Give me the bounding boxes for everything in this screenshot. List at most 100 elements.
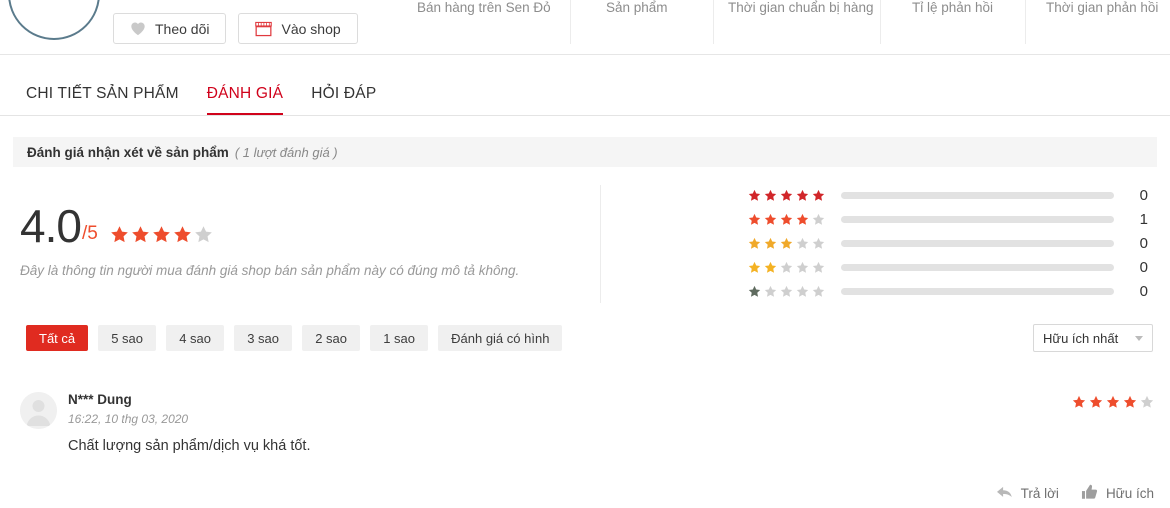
star-icon (780, 261, 793, 274)
storefront-icon (255, 21, 273, 37)
review-timestamp: 16:22, 10 thg 03, 2020 (68, 412, 189, 426)
star-icon (780, 213, 793, 226)
rating-distribution-chart: 0 1 0 0 0 (748, 185, 1158, 305)
star-icon (1140, 395, 1154, 409)
star-icon (812, 285, 825, 298)
follow-shop-button[interactable]: Theo dõi (113, 13, 227, 44)
star-icon (194, 225, 213, 244)
reply-button[interactable]: Trả lời (996, 485, 1059, 503)
rating-bar-stars (748, 285, 833, 298)
heart-icon (130, 21, 146, 36)
reply-arrow-icon (996, 485, 1013, 503)
filter-chip-2[interactable]: 4 sao (166, 325, 225, 351)
helpful-button[interactable]: Hữu ích (1081, 484, 1154, 503)
shop-avatar-circle (8, 0, 100, 40)
star-icon (152, 225, 171, 244)
star-icon (796, 285, 809, 298)
filter-chip-label: Tất cả (39, 330, 76, 346)
helpful-label: Hữu ích (1105, 486, 1154, 501)
shop-stats-row: Bán hàng trên Sen Đỏ Sản phẩm Thời gian … (403, 0, 1170, 44)
star-icon (812, 237, 825, 250)
rating-summary: 4.0 /5 Đây là thông tin người mua đánh g… (0, 185, 1170, 305)
rating-bar-row: 1 (748, 209, 1158, 230)
star-icon (796, 213, 809, 226)
shop-stat-response-time: Thời gian phản hồi (1025, 0, 1170, 44)
go-to-shop-button[interactable]: Vào shop (238, 13, 358, 44)
shop-stat-products: Sản phẩm (570, 0, 713, 44)
rating-bar-count: 1 (1139, 211, 1148, 228)
star-icon (1106, 395, 1120, 409)
tab-product-details-label: CHI TIẾT SẢN PHẨM (26, 84, 179, 102)
tab-qa-label: HỎI ĐÁP (311, 84, 377, 102)
go-to-shop-label: Vào shop (281, 20, 341, 37)
thumbs-up-icon (1081, 484, 1098, 503)
review-actions: Trả lời Hữu ích (996, 484, 1154, 503)
tab-product-details[interactable]: CHI TIẾT SẢN PHẨM (12, 72, 193, 115)
star-icon (764, 213, 777, 226)
shop-action-buttons: Theo dõi Vào shop (113, 13, 358, 44)
star-icon (173, 225, 192, 244)
star-icon (748, 285, 761, 298)
shop-stat-prep-time: Thời gian chuẩn bị hàng (713, 0, 880, 44)
star-icon (812, 213, 825, 226)
rating-bar-row: 0 (748, 281, 1158, 302)
star-icon (1089, 395, 1103, 409)
rating-bar-stars (748, 237, 833, 250)
rating-bar-stars (748, 261, 833, 274)
rating-bar-stars (748, 213, 833, 226)
star-icon (812, 189, 825, 202)
overall-score-block: 4.0 /5 (20, 203, 213, 249)
filter-chip-label: 3 sao (247, 330, 280, 346)
chevron-down-icon (1135, 335, 1143, 341)
avatar (20, 392, 57, 429)
tab-reviews[interactable]: ĐÁNH GIÁ (193, 72, 298, 115)
reply-label: Trả lời (1020, 486, 1059, 501)
review-section-header: Đánh giá nhận xét về sản phẩm ( 1 lượt đ… (13, 137, 1157, 167)
star-icon (764, 189, 777, 202)
star-icon (780, 189, 793, 202)
filter-chip-4[interactable]: 2 sao (302, 325, 361, 351)
star-icon (110, 225, 129, 244)
review-body-text: Chất lượng sản phẩm/dịch vụ khá tốt. (68, 438, 311, 454)
rating-bar-track (841, 192, 1114, 199)
overall-score-denominator: /5 (81, 223, 98, 244)
star-icon (1072, 395, 1086, 409)
star-icon (764, 237, 777, 250)
star-icon (748, 237, 761, 250)
star-icon (796, 261, 809, 274)
star-icon (748, 189, 761, 202)
summary-divider (600, 185, 601, 303)
product-tab-bar: CHI TIẾT SẢN PHẨM ĐÁNH GIÁ HỎI ĐÁP (0, 72, 1170, 116)
star-icon (1123, 395, 1137, 409)
rating-bar-track (841, 264, 1114, 271)
review-sort-dropdown[interactable]: Hữu ích nhất (1033, 324, 1153, 352)
review-author-name: N*** Dung (68, 392, 132, 407)
star-icon (796, 237, 809, 250)
rating-bar-count: 0 (1139, 283, 1148, 300)
shop-stat-selling-on-sendo: Bán hàng trên Sen Đỏ (417, 0, 551, 15)
rating-helper-note: Đây là thông tin người mua đánh giá shop… (20, 263, 520, 278)
filter-chip-label: 2 sao (315, 330, 348, 346)
star-icon (748, 261, 761, 274)
star-icon (748, 213, 761, 226)
filter-chip-0[interactable]: Tất cả (26, 325, 89, 351)
review-sort-value: Hữu ích nhất (1043, 330, 1119, 346)
follow-shop-label: Theo dõi (155, 20, 210, 37)
review-filter-chips: Tất cả 5 sao 4 sao 3 sao 2 sao 1 sao Đánh giá … (26, 325, 563, 351)
filter-chip-6[interactable]: Đánh giá có hình (438, 325, 563, 351)
rating-bar-count: 0 (1139, 235, 1148, 252)
review-count-text: ( 1 lượt đánh giá ) (234, 144, 338, 160)
rating-bar-stars (748, 189, 833, 202)
star-icon (796, 189, 809, 202)
review-rating-stars (1072, 395, 1154, 409)
tab-qa[interactable]: HỎI ĐÁP (297, 72, 390, 115)
rating-bar-row: 0 (748, 257, 1158, 278)
shop-header-bar: Theo dõi Vào shop Bán hàng trên Sen Đỏ S… (0, 0, 1170, 55)
star-icon (764, 261, 777, 274)
filter-chip-5[interactable]: 1 sao (370, 325, 429, 351)
filter-chip-1[interactable]: 5 sao (98, 325, 157, 351)
filter-chip-3[interactable]: 3 sao (234, 325, 293, 351)
rating-bar-track (841, 240, 1114, 247)
rating-bar-row: 0 (748, 233, 1158, 254)
filter-chip-label: 1 sao (383, 330, 416, 346)
